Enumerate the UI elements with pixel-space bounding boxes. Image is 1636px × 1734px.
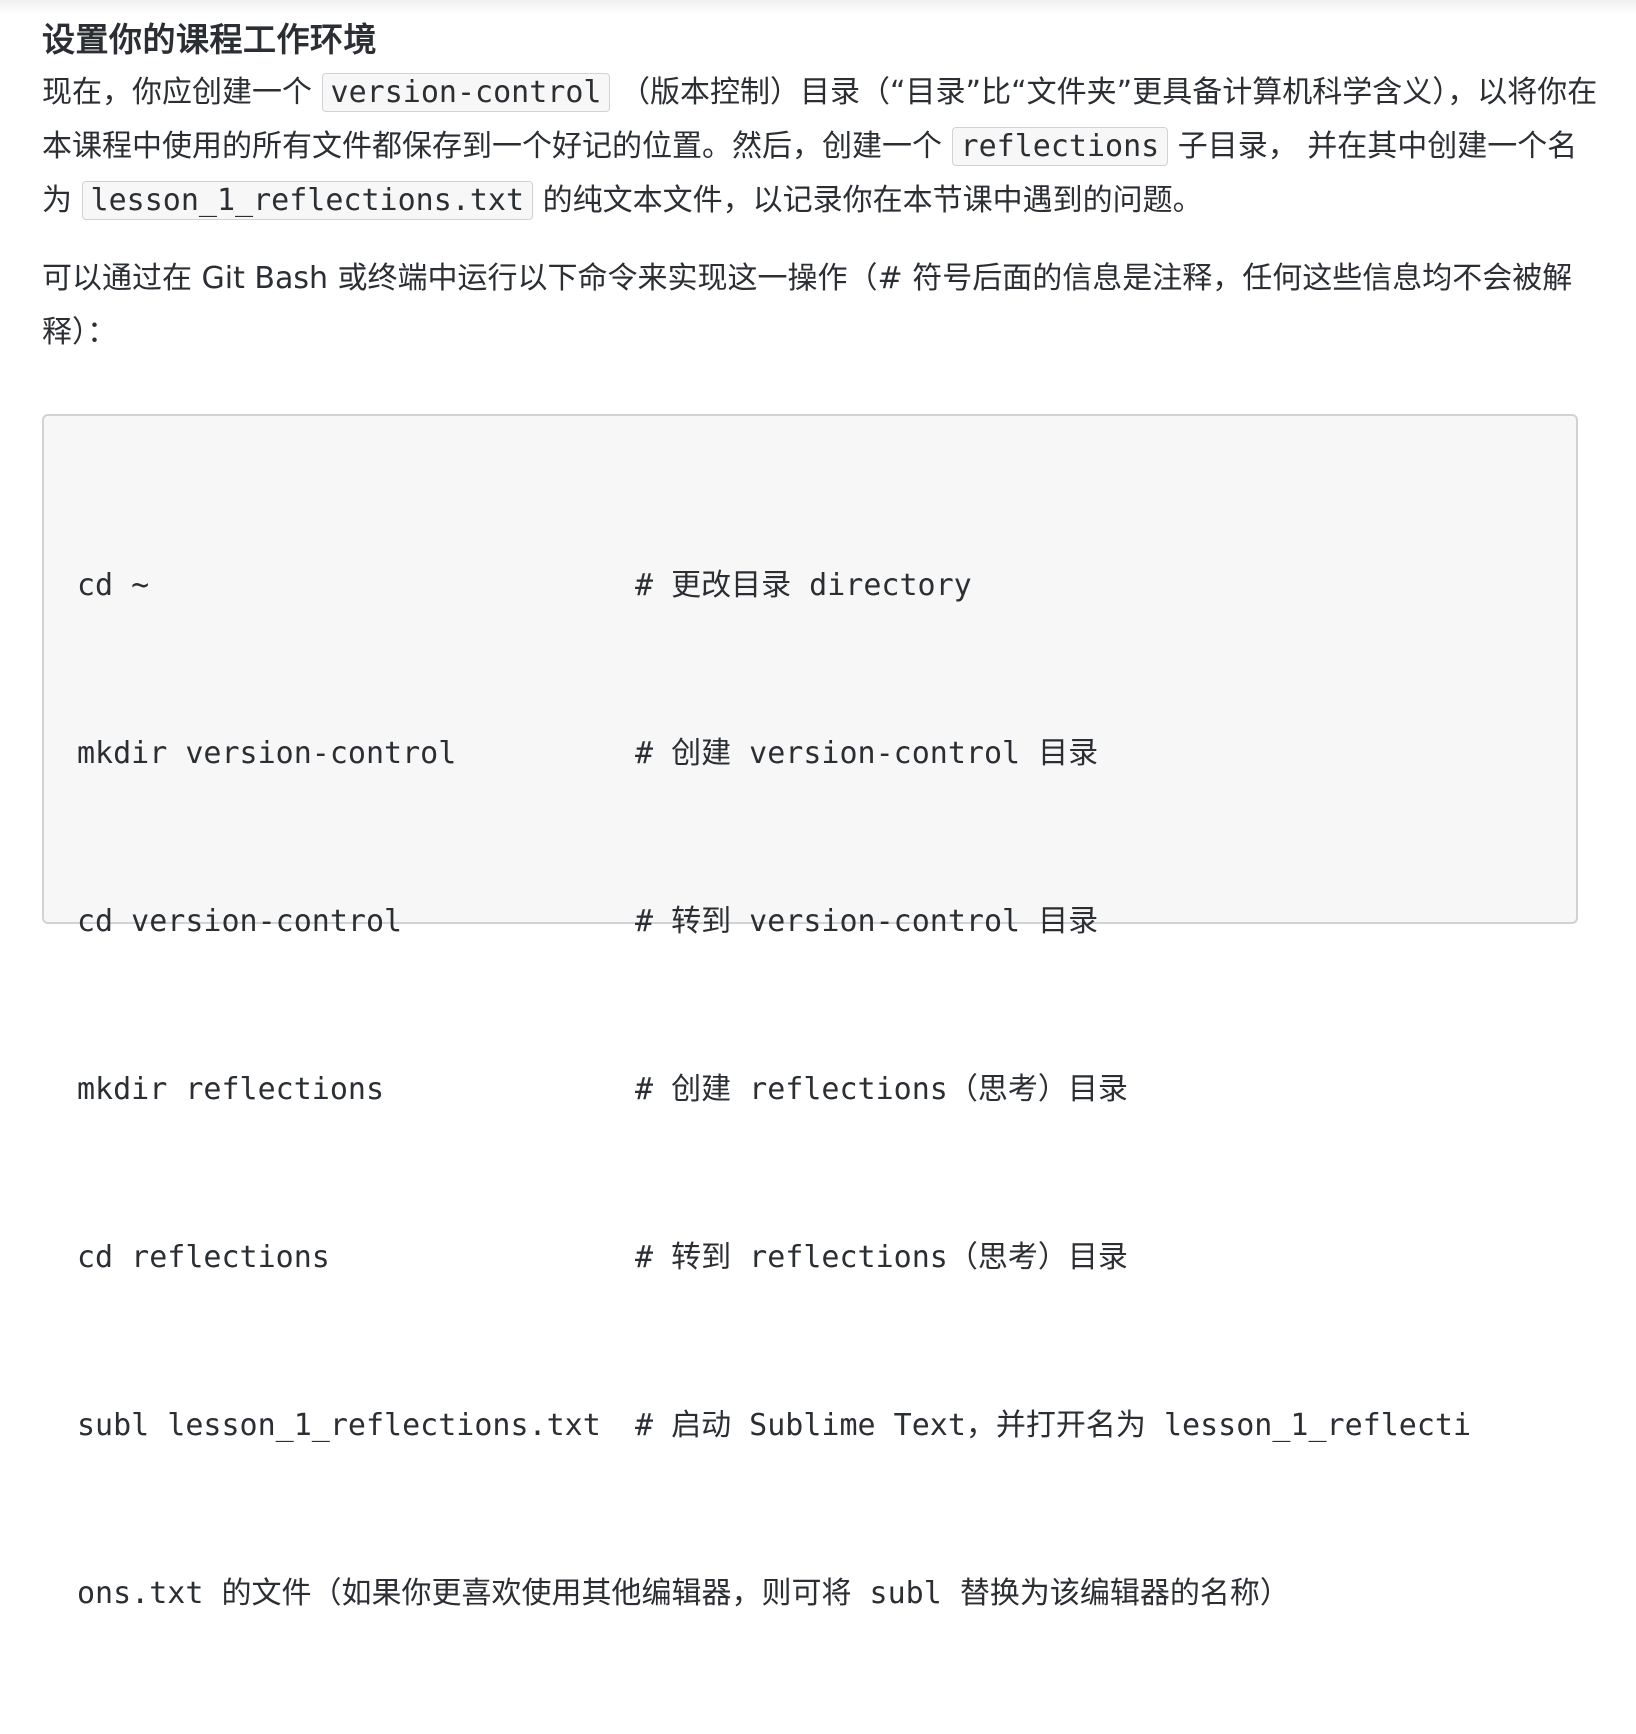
code-command: cd reflections bbox=[77, 1240, 330, 1275]
code-command: subl lesson_1_reflections.txt bbox=[77, 1408, 601, 1443]
code-command: cd version-control bbox=[77, 904, 403, 939]
inline-code-reflections: reflections bbox=[951, 127, 1169, 166]
inline-code-reflections-file: lesson_1_reflections.txt bbox=[81, 181, 534, 220]
code-comment: # 启动 Sublime Text，并打开名为 lesson_1_reflect… bbox=[635, 1408, 1472, 1443]
code-line: mkdir version-control # 创建 version-contro… bbox=[77, 726, 1557, 782]
code-line: cd ~ # 更改目录 directory bbox=[77, 558, 1557, 614]
code-line: subl lesson_1_reflections.txt # 启动 Sublim… bbox=[77, 1398, 1557, 1454]
code-comment: # 转到 version-control 目录 bbox=[635, 904, 1099, 939]
lesson-content: 设置你的课程工作环境 现在，你应创建一个 version-control （版本… bbox=[42, 16, 1602, 360]
inline-code-version-control: version-control bbox=[321, 73, 611, 112]
code-line: cd reflections # 转到 reflections（思考）目录 bbox=[77, 1230, 1557, 1286]
intro-paragraph: 现在，你应创建一个 version-control （版本控制）目录（“目录”比… bbox=[42, 66, 1602, 228]
code-line: cd version-control # 转到 version-control 目… bbox=[77, 894, 1557, 950]
section-title: 设置你的课程工作环境 bbox=[42, 20, 377, 59]
code-command: cd ~ bbox=[77, 568, 150, 603]
code-comment: # 转到 reflections（思考）目录 bbox=[635, 1240, 1128, 1275]
code-command: mkdir reflections bbox=[77, 1072, 385, 1107]
para-text: 现在，你应创建一个 bbox=[42, 75, 322, 110]
code-lines: cd ~ # 更改目录 directory mkdir version-contr… bbox=[77, 446, 1557, 1734]
code-comment: # 更改目录 directory bbox=[635, 568, 972, 603]
code-comment: # 创建 reflections（思考）目录 bbox=[635, 1072, 1128, 1107]
top-shadow bbox=[0, 0, 1636, 14]
code-command-continued: ons.txt 的文件（如果你更喜欢使用其他编辑器，则可将 subl 替换为该编… bbox=[77, 1576, 1290, 1611]
code-comment: # 创建 version-control 目录 bbox=[635, 736, 1099, 771]
instructions-paragraph: 可以通过在 Git Bash 或终端中运行以下命令来实现这一操作（# 符号后面的… bbox=[42, 261, 1573, 350]
code-command: mkdir version-control bbox=[77, 736, 457, 771]
code-block[interactable]: cd ~ # 更改目录 directory mkdir version-contr… bbox=[42, 414, 1578, 1611]
code-line: mkdir reflections # 创建 reflections（思考）目录 bbox=[77, 1062, 1557, 1118]
para-text: 的纯文本文件，以记录你在本节课中遇到的问题。 bbox=[533, 183, 1203, 218]
code-line-wrapped: ons.txt 的文件（如果你更喜欢使用其他编辑器，则可将 subl 替换为该编… bbox=[77, 1566, 1557, 1622]
